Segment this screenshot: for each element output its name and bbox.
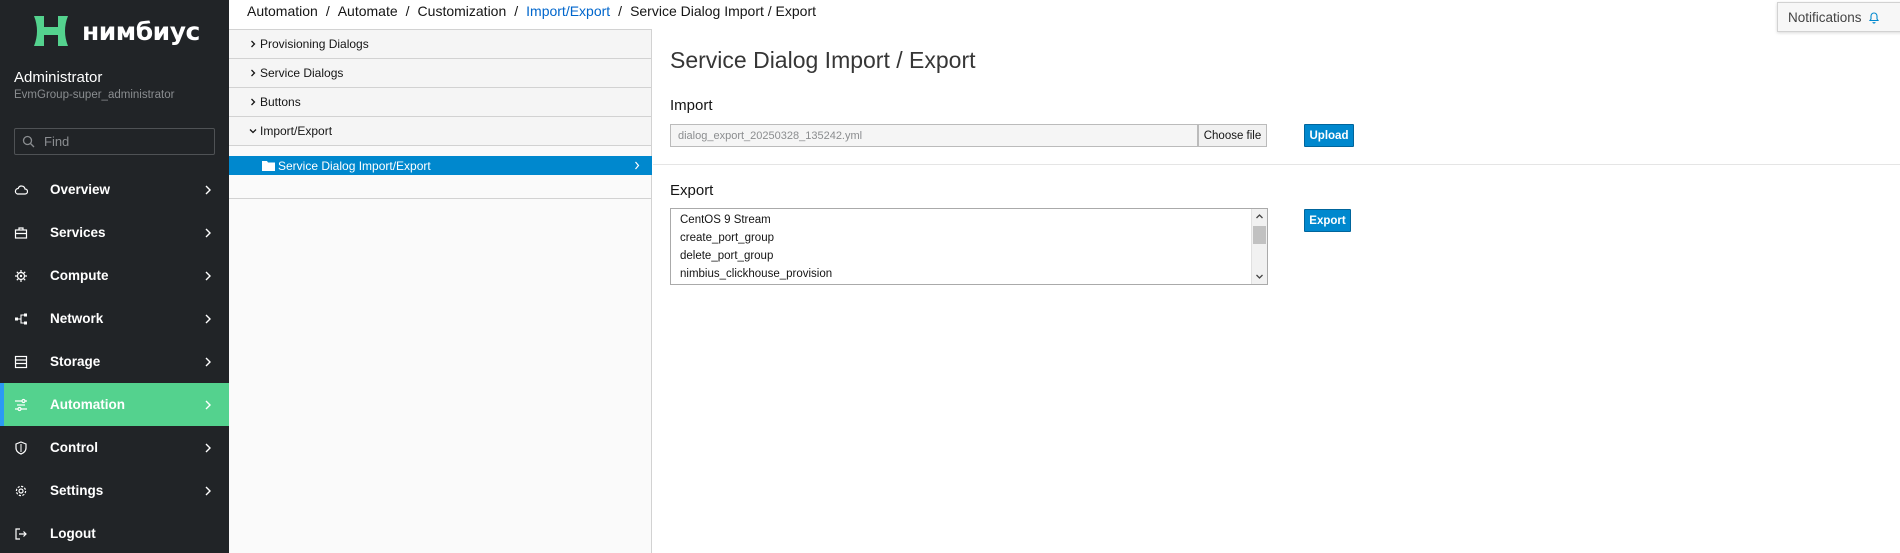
logo-icon xyxy=(34,16,68,46)
network-icon xyxy=(15,313,27,325)
import-section-label: Import xyxy=(670,97,713,114)
gear-icon xyxy=(15,485,27,497)
breadcrumb-item: Automation xyxy=(247,3,318,19)
breadcrumb-link[interactable]: Import/Export xyxy=(526,3,610,19)
nav-item-label: Services xyxy=(50,225,106,240)
breadcrumb-separator: / xyxy=(325,3,330,19)
nav-item-label: Compute xyxy=(50,268,109,283)
briefcase-icon xyxy=(14,227,28,239)
brand-name: нимбиус xyxy=(82,16,200,46)
nav-item-label: Network xyxy=(50,311,104,326)
chevron-down-icon xyxy=(249,129,257,134)
accordion-buttons[interactable]: Buttons xyxy=(229,87,651,116)
export-button[interactable]: Export xyxy=(1304,209,1351,232)
accordion-provisioning-dialogs[interactable]: Provisioning Dialogs xyxy=(229,29,651,58)
accordion-import-export[interactable]: Import/Export xyxy=(229,116,651,145)
chevron-right-icon xyxy=(251,98,256,106)
choose-file-button[interactable]: Choose file xyxy=(1198,124,1267,147)
accordion-label: Provisioning Dialogs xyxy=(260,37,369,51)
user-name: Administrator xyxy=(14,69,103,86)
accordion-panel: Provisioning Dialogs Service Dialogs But… xyxy=(229,29,652,553)
nav-item-services[interactable]: Services xyxy=(0,211,229,254)
nav-item-network[interactable]: Network xyxy=(0,297,229,340)
chevron-right-icon xyxy=(205,185,211,195)
chevron-up-icon[interactable] xyxy=(1255,212,1264,221)
nav-item-label: Automation xyxy=(50,397,125,412)
breadcrumb-separator: / xyxy=(405,3,410,19)
nav-item-label: Settings xyxy=(50,483,104,498)
nav-item-label: Storage xyxy=(50,354,101,369)
chevron-right-icon xyxy=(251,40,256,48)
page-title: Service Dialog Import / Export xyxy=(670,47,976,73)
tree-node-label: Service Dialog Import/Export xyxy=(278,158,431,173)
chevron-right-icon xyxy=(205,443,211,453)
cloud-icon xyxy=(14,185,28,195)
tree-node-service-dialog-import-export[interactable]: Service Dialog Import/Export xyxy=(229,156,652,175)
notifications-button[interactable]: Notifications xyxy=(1777,2,1900,32)
brand-logo[interactable]: нимбиус xyxy=(30,12,200,50)
chevron-right-icon xyxy=(205,400,211,410)
listbox-option[interactable]: CentOS 9 Stream xyxy=(671,211,1267,229)
nav-search-input[interactable] xyxy=(44,134,204,149)
scrollbar-thumb[interactable] xyxy=(1253,226,1266,244)
nav-item-label: Logout xyxy=(50,526,96,541)
database-icon xyxy=(14,355,28,369)
sidebar: нимбиус Administrator EvmGroup-super_adm… xyxy=(0,0,229,553)
breadcrumb-separator: / xyxy=(514,3,519,19)
chevron-right-icon xyxy=(205,486,211,496)
chevron-right-icon xyxy=(251,69,256,77)
main-nav: Overview Services Compute Network Storag… xyxy=(0,168,229,553)
chevron-right-icon xyxy=(205,314,211,324)
nav-item-automation[interactable]: Automation xyxy=(0,383,229,426)
accordion-service-dialogs[interactable]: Service Dialogs xyxy=(229,58,651,87)
section-divider xyxy=(653,164,1900,165)
chevron-right-icon xyxy=(205,271,211,281)
export-dialog-listbox[interactable]: CentOS 9 Stream create_port_group delete… xyxy=(670,208,1268,285)
nav-item-label: Overview xyxy=(50,182,111,197)
accordion-import-export-body: Service Dialog Import/Export xyxy=(229,145,652,199)
nav-item-compute[interactable]: Compute xyxy=(0,254,229,297)
listbox-option[interactable]: create_port_group xyxy=(671,229,1267,247)
chevron-right-icon xyxy=(635,161,640,170)
folder-icon xyxy=(262,161,275,171)
shield-icon xyxy=(15,441,27,455)
accordion-label: Service Dialogs xyxy=(260,66,344,80)
breadcrumb-current: Service Dialog Import / Export xyxy=(630,3,817,19)
nav-search xyxy=(14,128,215,155)
chevron-down-icon[interactable] xyxy=(1255,272,1264,281)
nav-item-settings[interactable]: Settings xyxy=(0,469,229,512)
export-section-label: Export xyxy=(670,182,714,199)
chevron-right-icon xyxy=(205,357,211,367)
bell-icon xyxy=(1868,12,1879,24)
listbox-scrollbar[interactable] xyxy=(1251,209,1267,284)
file-name-field[interactable]: dialog_export_20250328_135242.yml xyxy=(670,124,1198,147)
nav-item-logout[interactable]: Logout xyxy=(0,512,229,553)
breadcrumb-item: Customization xyxy=(417,3,507,19)
breadcrumb-separator: / xyxy=(618,3,623,19)
accordion-label: Import/Export xyxy=(260,124,333,138)
nav-item-control[interactable]: Control xyxy=(0,426,229,469)
user-group: EvmGroup-super_administrator xyxy=(14,89,175,101)
nav-item-storage[interactable]: Storage xyxy=(0,340,229,383)
cpu-icon xyxy=(15,270,27,282)
automation-icon xyxy=(15,398,27,412)
listbox-option[interactable]: nimbius_clickhouse_provision xyxy=(671,265,1267,283)
chevron-right-icon xyxy=(205,228,211,238)
notifications-label: Notifications xyxy=(1788,9,1862,25)
breadcrumb-item: Automate xyxy=(337,3,398,19)
logout-icon xyxy=(15,528,27,540)
nav-item-label: Control xyxy=(50,440,98,455)
search-icon xyxy=(22,135,35,148)
accordion-label: Buttons xyxy=(260,95,301,109)
nav-item-overview[interactable]: Overview xyxy=(0,168,229,211)
breadcrumb: Automation / Automate / Customization / … xyxy=(247,3,816,19)
listbox-option[interactable]: delete_port_group xyxy=(671,247,1267,265)
upload-button[interactable]: Upload xyxy=(1304,124,1354,147)
